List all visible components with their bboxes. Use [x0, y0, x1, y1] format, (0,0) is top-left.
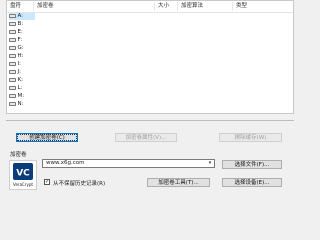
- drive-icon: [9, 70, 16, 74]
- column-header-size[interactable]: 大小: [155, 1, 177, 12]
- drive-row[interactable]: K:: [9, 77, 35, 84]
- volume-properties-button[interactable]: 加密卷属性(V)...: [115, 133, 177, 142]
- drive-icon: [9, 54, 16, 58]
- drive-icon: [9, 14, 16, 18]
- veracrypt-logo: VC VeraCrypt: [9, 160, 37, 190]
- volume-tools-button[interactable]: 加密卷工具(T)...: [147, 178, 210, 187]
- drive-icon: [9, 30, 16, 34]
- drive-row[interactable]: I:: [9, 61, 35, 68]
- create-volume-button[interactable]: 创建加密卷(C): [16, 133, 78, 142]
- drive-row[interactable]: J:: [9, 69, 35, 76]
- logo-name: VeraCrypt: [13, 182, 33, 187]
- logo-letters: VC: [16, 169, 30, 179]
- wipe-cache-button[interactable]: 擦除缓存(W): [219, 133, 282, 142]
- section-divider: [6, 120, 294, 121]
- drive-row[interactable]: L:: [9, 85, 35, 92]
- drive-row[interactable]: E:: [9, 29, 35, 36]
- checkmark-icon: ✓: [45, 179, 50, 185]
- volume-path-combobox[interactable]: www.x6g.com ▾: [42, 159, 215, 168]
- drive-row[interactable]: N:: [9, 101, 35, 108]
- drive-icon: [9, 102, 16, 106]
- drive-icon: [9, 94, 16, 98]
- drive-row[interactable]: M:: [9, 93, 35, 100]
- drive-row[interactable]: A:: [9, 13, 35, 20]
- volume-group-label: 加密卷: [10, 152, 27, 158]
- column-header-algorithm[interactable]: 加密算法: [178, 1, 232, 12]
- drive-icon: [9, 46, 16, 50]
- drive-icon: [9, 22, 16, 26]
- column-header-drive[interactable]: 盘符: [7, 1, 33, 12]
- drive-list[interactable]: 盘符 加密卷 大小 加密算法 类型 A: B: E: F: G: H: I: J…: [6, 0, 294, 114]
- chevron-down-icon[interactable]: ▾: [206, 160, 214, 167]
- drive-row[interactable]: G:: [9, 45, 35, 52]
- drive-row[interactable]: B:: [9, 21, 35, 28]
- column-header-volume[interactable]: 加密卷: [34, 1, 154, 12]
- drive-icon: [9, 86, 16, 90]
- drive-icon: [9, 38, 16, 42]
- select-device-button[interactable]: 选择设备(E)...: [222, 178, 282, 187]
- veracrypt-logo-icon: VC VeraCrypt: [13, 163, 33, 187]
- drive-icon: [9, 62, 16, 66]
- never-save-history-label: 从不保留历史记录(R): [53, 181, 106, 187]
- drive-row[interactable]: F:: [9, 37, 35, 44]
- drive-icon: [9, 78, 16, 82]
- never-save-history-checkbox[interactable]: ✓: [44, 179, 50, 185]
- list-header: 盘符 加密卷 大小 加密算法 类型: [7, 1, 293, 13]
- select-file-button[interactable]: 选择文件(F)...: [222, 160, 282, 169]
- column-header-type[interactable]: 类型: [233, 1, 293, 12]
- volume-path-value: www.x6g.com: [46, 160, 85, 166]
- drive-row[interactable]: H:: [9, 53, 35, 60]
